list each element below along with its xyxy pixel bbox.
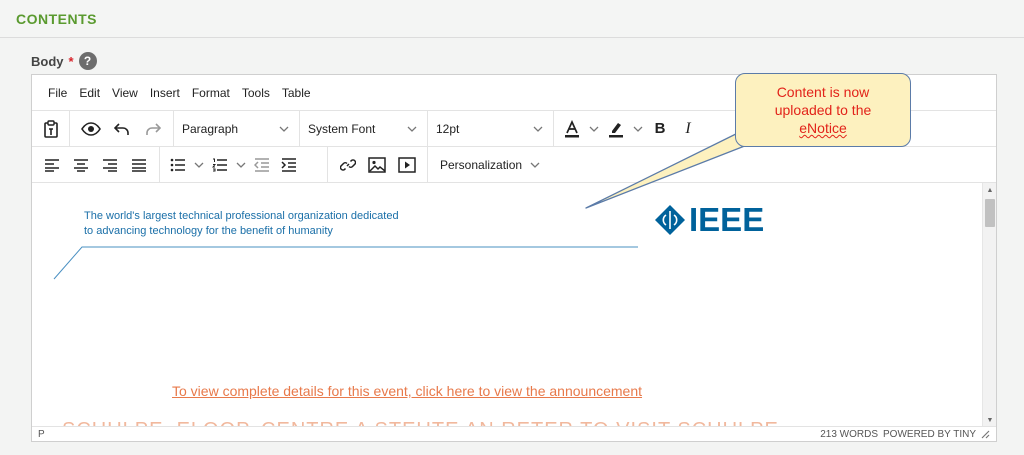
section-header: CONTENTS — [0, 0, 1024, 38]
chevron-down-icon[interactable] — [192, 162, 206, 168]
resize-handle-icon[interactable] — [980, 429, 990, 439]
powered-by-link[interactable]: POWERED BY TINY — [883, 429, 976, 440]
chevron-down-icon[interactable] — [631, 126, 645, 132]
block-format-select[interactable]: Paragraph — [174, 122, 299, 136]
font-size-value: 12pt — [436, 121, 460, 136]
media-icon[interactable] — [394, 152, 420, 178]
body-field-label: Body * ? — [31, 52, 97, 70]
tagline-line-2: to advancing technology for the benefit … — [84, 225, 333, 237]
personalization-label: Personalization — [440, 157, 523, 172]
font-family-select[interactable]: System Font — [300, 122, 427, 136]
ieee-diamond-icon — [655, 204, 685, 235]
field-label-text: Body — [31, 53, 64, 69]
callout-line-1: Content is now — [776, 84, 870, 100]
indent-icon[interactable] — [276, 152, 302, 178]
outdent-icon[interactable] — [249, 152, 275, 178]
italic-button[interactable]: I — [675, 116, 701, 142]
align-center-icon[interactable] — [68, 152, 94, 178]
menu-edit[interactable]: Edit — [73, 86, 106, 100]
text-color-icon[interactable] — [559, 116, 585, 142]
menu-insert[interactable]: Insert — [144, 86, 186, 100]
menu-format[interactable]: Format — [186, 86, 236, 100]
font-size-select[interactable]: 12pt — [428, 122, 553, 136]
content-scrollbar[interactable]: ▲ ▼ — [982, 183, 996, 427]
menu-view[interactable]: View — [106, 86, 144, 100]
toolbar-row-2: Personalization — [32, 147, 996, 183]
tagline: The world's largest technical profession… — [84, 209, 464, 239]
image-icon[interactable] — [364, 152, 390, 178]
bold-button[interactable]: B — [647, 116, 673, 142]
font-family-value: System Font — [308, 121, 376, 136]
undo-icon[interactable] — [109, 116, 135, 142]
align-right-icon[interactable] — [97, 152, 123, 178]
help-icon[interactable]: ? — [78, 52, 97, 70]
menu-tools[interactable]: Tools — [236, 86, 276, 100]
scroll-thumb[interactable] — [985, 199, 995, 227]
chevron-down-icon — [277, 126, 291, 132]
personalization-menu[interactable]: Personalization — [432, 158, 550, 172]
scroll-up-arrow[interactable]: ▲ — [983, 184, 997, 196]
chevron-down-icon — [528, 162, 542, 168]
required-mark: * — [68, 53, 74, 69]
numbered-list-icon[interactable] — [207, 152, 233, 178]
menu-table[interactable]: Table — [276, 86, 317, 100]
event-details-link[interactable]: To view complete details for this event,… — [172, 383, 642, 399]
element-path[interactable]: P — [38, 429, 45, 440]
annotation-callout: Content is now uploaded to the eNotice — [735, 73, 911, 147]
bullet-list-icon[interactable] — [165, 152, 191, 178]
menu-file[interactable]: File — [42, 86, 73, 100]
ieee-logo: IEEE — [654, 203, 764, 236]
section-title: CONTENTS — [16, 11, 97, 27]
chevron-down-icon — [531, 126, 545, 132]
redo-icon[interactable] — [140, 116, 166, 142]
editor-statusbar: P 213 WORDS POWERED BY TINY — [32, 426, 996, 441]
scroll-down-arrow[interactable]: ▼ — [983, 414, 997, 426]
align-justify-icon[interactable] — [126, 152, 152, 178]
align-left-icon[interactable] — [39, 152, 65, 178]
link-icon[interactable] — [335, 152, 361, 178]
paste-special-icon[interactable] — [38, 116, 64, 142]
callout-line-2: uploaded to the — [774, 102, 872, 118]
editor-content-area[interactable]: The world's largest technical profession… — [32, 183, 984, 427]
chevron-down-icon[interactable] — [587, 126, 601, 132]
word-count[interactable]: 213 WORDS — [820, 429, 878, 440]
preview-icon[interactable] — [78, 116, 104, 142]
chevron-down-icon[interactable] — [234, 162, 248, 168]
ieee-logo-text: IEEE — [689, 201, 765, 238]
chevron-down-icon — [405, 126, 419, 132]
callout-line-3: eNotice — [799, 120, 847, 136]
highlight-color-icon[interactable] — [603, 116, 629, 142]
tagline-line-1: The world's largest technical profession… — [84, 210, 399, 222]
block-format-value: Paragraph — [182, 121, 239, 136]
